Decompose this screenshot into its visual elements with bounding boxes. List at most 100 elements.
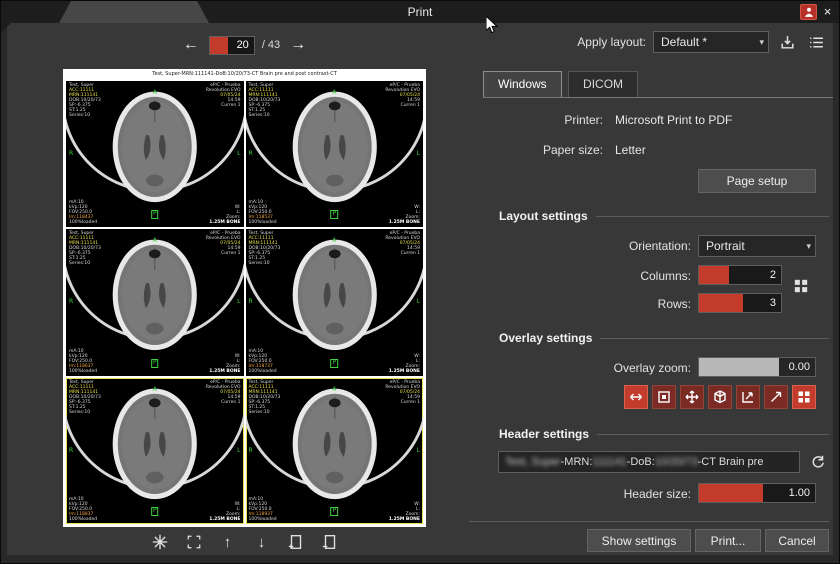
page-setup-button[interactable]: Page setup <box>698 169 816 193</box>
overlay-patient-info: Test, SuperACC:11111MRN:111141DOB:10/20/… <box>249 83 281 118</box>
overlay-acquisition-info: mA:10kVp:120FOV:250.0Im:118837100%loaded <box>69 497 97 522</box>
columns-input[interactable]: 2 <box>698 265 782 285</box>
orientation-marker-anterior: A <box>153 90 157 96</box>
corner-ruler-icon <box>740 389 756 405</box>
orientation-marker-posterior: P <box>151 210 159 219</box>
chevron-down-icon: ▾ <box>806 236 811 256</box>
titlebar: Print × <box>1 1 839 23</box>
page-number-input[interactable] <box>209 36 255 55</box>
move-image-up-button[interactable]: ↑ <box>216 531 240 553</box>
refresh-header-button[interactable] <box>806 451 829 473</box>
overlay-patient-info: Test, SuperACC:11111MRN:111141DOB:10/20/… <box>69 83 101 118</box>
overlay-grid-button[interactable] <box>792 385 816 409</box>
move-image-down-button[interactable]: ↓ <box>250 531 274 553</box>
orientation-marker-posterior: P <box>330 507 338 516</box>
layout-list-button[interactable] <box>805 31 827 53</box>
overlay-patient-info: Test, SuperACC:11111MRN:111141DOB:10/20/… <box>249 380 281 415</box>
orientation-marker-right: R <box>69 151 73 157</box>
overlay-patient-info: Test, SuperACC:11111MRN:111141DOB:10/20/… <box>249 231 281 266</box>
remove-page-icon <box>321 533 339 551</box>
preview-cell[interactable]: Test, SuperACC:11111MRN:111141DOB:10/20/… <box>246 229 424 375</box>
overlay-acquisition-info: mA:10kVp:120FOV:250.0Im:118937100%loaded <box>249 497 277 522</box>
layout-settings-section: Layout settings <box>499 209 829 223</box>
cancel-button[interactable]: Cancel <box>765 529 829 552</box>
orientation-marker-posterior: P <box>330 359 338 368</box>
orientation-marker-right: R <box>249 151 253 157</box>
overlay-study-info: eP/C - PruebaRevolution EVO07/05/2414:59… <box>385 83 420 108</box>
tab-bar: Windows DICOM <box>483 71 833 98</box>
pan-arrows-icon <box>684 389 700 405</box>
list-icon <box>808 34 825 51</box>
overlay-settings-section: Overlay settings <box>499 331 829 345</box>
orientation-marker-anterior: A <box>153 238 157 244</box>
horizontal-arrows-icon <box>628 389 644 405</box>
header-size-slider[interactable]: 1.00 <box>698 483 816 503</box>
overlay-window-info: W:L:Zoom:1.25M BONE <box>209 354 240 374</box>
orientation-marker-anterior: A <box>153 387 157 393</box>
header-text-field[interactable]: Test, Super-MRN:111141-DoB:10/20/73-CT B… <box>498 451 800 473</box>
auto-window-button[interactable] <box>148 531 172 553</box>
save-layout-button[interactable] <box>776 31 798 53</box>
orientation-marker-left: L <box>417 299 420 305</box>
overlay-study-info: eP/C - PruebaRevolution EVO07/05/2414:59… <box>206 83 241 108</box>
overlay-fit-button[interactable] <box>624 385 648 409</box>
grid-icon <box>792 277 810 295</box>
apply-layout-value: Default * <box>661 35 707 49</box>
orientation-marker-anterior: A <box>332 387 336 393</box>
insert-page-button[interactable] <box>284 531 308 553</box>
overlay-zoom-slider[interactable]: 0.00 <box>698 357 816 377</box>
preview-cell[interactable]: Test, SuperACC:11111MRN:111141DOB:10/20/… <box>66 229 244 375</box>
preview-cell[interactable]: Test, SuperACC:11111MRN:111141DOB:10/20/… <box>246 378 424 524</box>
orientation-marker-left: L <box>417 448 420 454</box>
footer-divider <box>469 521 829 522</box>
overlay-acquisition-info: mA:10kVp:120FOV:250.0Im:118437100%loaded <box>69 200 97 225</box>
starburst-icon <box>151 533 169 551</box>
overlay-crosshair-button[interactable] <box>680 385 704 409</box>
section-rule <box>600 338 829 339</box>
print-button[interactable]: Print... <box>695 529 761 552</box>
orientation-marker-posterior: P <box>330 210 338 219</box>
cube-icon <box>712 389 728 405</box>
overlay-window-info: W:L:Zoom:1.25M BONE <box>209 502 240 522</box>
delete-page-button[interactable] <box>318 531 342 553</box>
preview-toolbar: ↑ ↓ <box>63 531 426 553</box>
rows-value: 3 <box>770 294 776 312</box>
orientation-marker-posterior: P <box>151 359 159 368</box>
fit-preview-button[interactable] <box>182 531 206 553</box>
tab-dicom[interactable]: DICOM <box>568 71 638 97</box>
overlay-frame-button[interactable] <box>652 385 676 409</box>
orientation-select[interactable]: Portrait ▾ <box>698 235 816 257</box>
overlay-annotation-button[interactable] <box>764 385 788 409</box>
preview-cell[interactable]: Test, SuperACC:11111MRN:111141DOB:10/20/… <box>66 81 244 227</box>
rows-input[interactable]: 3 <box>698 293 782 313</box>
overlay-ruler-button[interactable] <box>736 385 760 409</box>
footer-buttons: Show settings Print... Cancel <box>587 529 829 552</box>
show-settings-button[interactable]: Show settings <box>587 529 691 552</box>
user-icon-button[interactable] <box>800 4 817 20</box>
person-icon <box>803 6 815 18</box>
previous-page-button[interactable]: ← <box>180 37 202 53</box>
overlay-patient-info: Test, SuperACC:11111MRN:111141DOB:10/20/… <box>69 380 101 415</box>
add-page-icon <box>287 533 305 551</box>
overlay-window-info: W:L:Zoom:1.25M BONE <box>389 502 420 522</box>
tab-windows[interactable]: Windows <box>483 71 562 97</box>
apply-layout-label: Apply layout: <box>577 35 646 49</box>
layout-settings-heading: Layout settings <box>499 209 588 223</box>
save-layout-icon <box>779 34 796 51</box>
apply-layout-select[interactable]: Default * ▾ <box>653 31 769 53</box>
grid-layout-button[interactable] <box>788 273 814 299</box>
page-total-label: / 43 <box>262 39 280 51</box>
preview-cell[interactable]: Test, SuperACC:11111MRN:111141DOB:10/20/… <box>66 378 244 524</box>
overlay-window-info: W:L:Zoom:1.25M BONE <box>389 205 420 225</box>
rows-label: Rows: <box>469 297 691 311</box>
header-settings-heading: Header settings <box>499 427 589 441</box>
overlay-settings-heading: Overlay settings <box>499 331 592 345</box>
frame-icon <box>656 389 672 405</box>
preview-cell[interactable]: Test, SuperACC:11111MRN:111141DOB:10/20/… <box>246 81 424 227</box>
overlay-toggle-toolbar <box>624 385 816 409</box>
overlay-cube-button[interactable] <box>708 385 732 409</box>
next-page-button[interactable]: → <box>287 37 309 53</box>
apply-layout-row: Apply layout: Default * ▾ <box>577 31 827 53</box>
close-button[interactable]: × <box>819 3 836 20</box>
orientation-marker-left: L <box>237 151 240 157</box>
